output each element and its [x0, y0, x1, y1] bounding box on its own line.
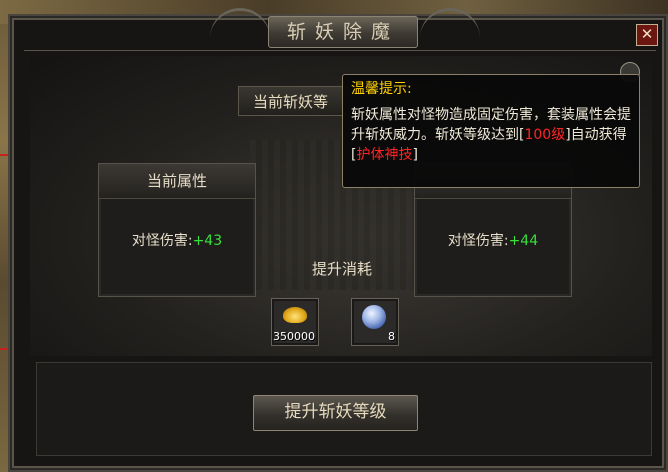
next-damage-value: +44 — [508, 233, 539, 249]
window-title: 斩妖除魔 — [268, 16, 418, 48]
cost-item-stone[interactable]: 8 — [351, 298, 399, 346]
current-damage-label: 对怪伤害: — [131, 233, 193, 249]
blue-stone-icon — [362, 305, 386, 329]
title-divider — [24, 50, 656, 51]
upgrade-level-button[interactable]: 提升斩妖等级 — [253, 395, 418, 431]
close-button[interactable]: ✕ — [636, 24, 658, 46]
current-stats-heading: 当前属性 — [99, 164, 255, 199]
tooltip-title: 温馨提示: — [351, 81, 412, 97]
cost-label: 提升消耗 — [311, 260, 372, 278]
tooltip-text-part3: ] — [412, 147, 418, 163]
tooltip-skill: 护体神技 — [356, 147, 413, 163]
current-damage-line: 对怪伤害:+43 — [99, 230, 255, 250]
next-damage-line: 对怪伤害:+44 — [415, 230, 571, 250]
tip-tooltip: 温馨提示: 斩妖属性对怪物造成固定伤害，套装属性会提升斩妖威力。斩妖等级达到[1… — [342, 74, 640, 188]
tooltip-body: 斩妖属性对怪物造成固定伤害，套装属性会提升斩妖威力。斩妖等级达到[100级]自动… — [351, 105, 631, 165]
next-damage-label: 对怪伤害: — [447, 233, 509, 249]
cost-item-gold[interactable]: 350000 — [271, 298, 319, 346]
tooltip-level: 100级 — [524, 127, 566, 143]
gold-pile-icon — [283, 307, 307, 323]
current-damage-value: +43 — [192, 233, 223, 249]
stone-count: 8 — [388, 330, 395, 343]
current-stats-box: 当前属性 对怪伤害:+43 — [98, 163, 256, 297]
gold-count: 350000 — [273, 330, 315, 343]
